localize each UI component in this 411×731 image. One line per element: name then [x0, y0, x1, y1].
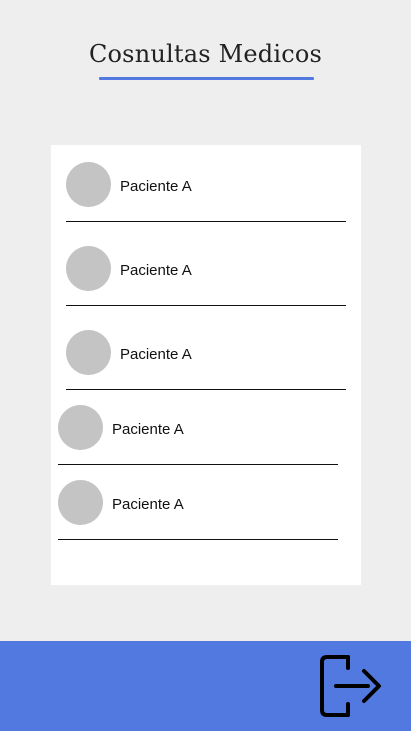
title-underline [99, 77, 314, 80]
avatar [66, 246, 111, 291]
divider [66, 389, 346, 390]
divider [66, 221, 346, 222]
page-title: Cosnultas Medicos [88, 40, 323, 68]
avatar [58, 405, 103, 450]
patient-name: Paciente A [112, 496, 184, 513]
patient-name: Paciente A [120, 262, 192, 279]
patient-name: Paciente A [120, 178, 192, 195]
divider [58, 539, 338, 540]
avatar [66, 330, 111, 375]
patient-list: Paciente A Paciente A Paciente A Pacient… [51, 145, 361, 585]
divider [58, 464, 338, 465]
patient-name: Paciente A [112, 421, 184, 438]
logout-button[interactable] [318, 654, 384, 718]
patient-name: Paciente A [120, 346, 192, 363]
divider [66, 305, 346, 306]
avatar [66, 162, 111, 207]
logout-icon [320, 655, 381, 717]
avatar [58, 480, 103, 525]
